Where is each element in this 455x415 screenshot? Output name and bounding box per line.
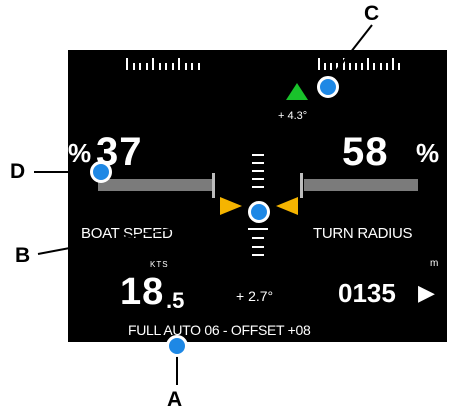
callout-dot-a bbox=[166, 335, 188, 357]
callout-label-c: C bbox=[364, 2, 380, 25]
callout-label-d: D bbox=[10, 160, 26, 183]
callout-dot-b bbox=[248, 201, 270, 223]
callout-dot-d bbox=[90, 161, 112, 183]
callout-lines bbox=[34, 24, 373, 385]
callout-label-a: A bbox=[167, 388, 183, 411]
callout-label-b: B bbox=[15, 244, 31, 267]
callout-dot-c bbox=[317, 76, 339, 98]
